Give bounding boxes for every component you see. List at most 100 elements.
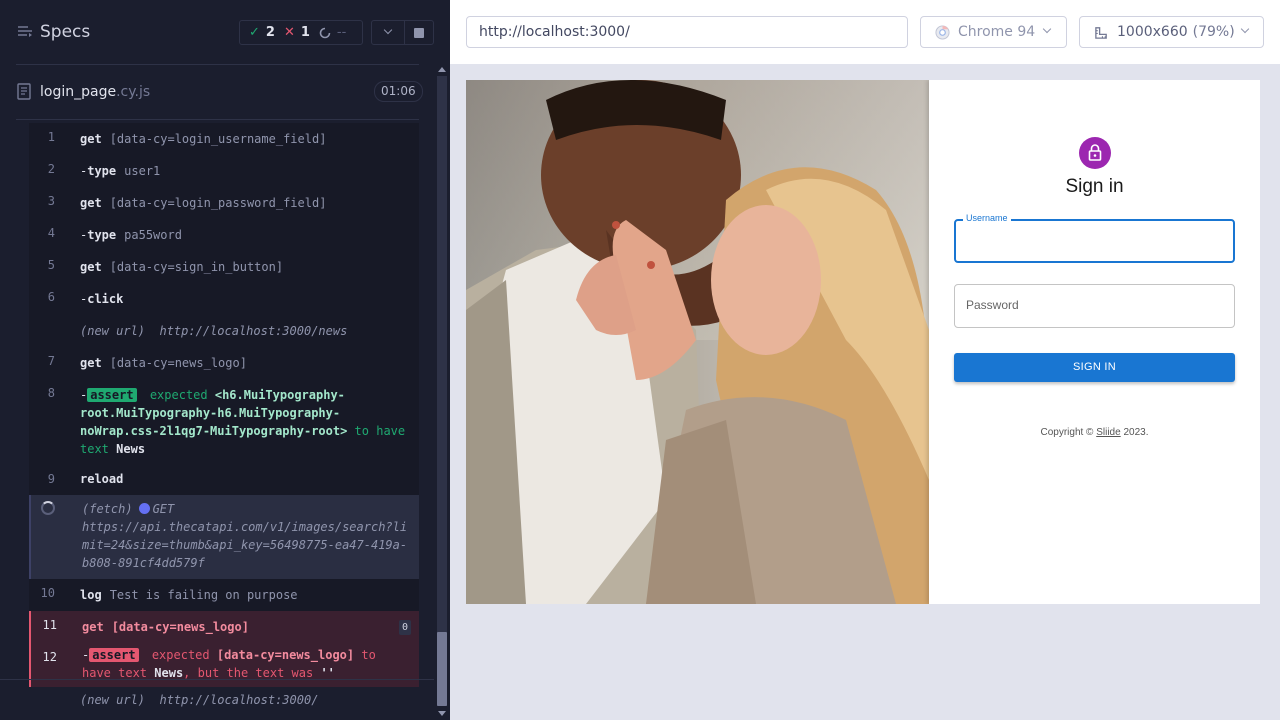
command-number: 6: [47, 290, 55, 304]
command-message: [data-cy=news_logo]: [109, 356, 247, 370]
command-type[interactable]: 2 -type user1: [29, 155, 419, 187]
x-icon: ✕: [283, 25, 295, 40]
chevron-down-icon: [1042, 24, 1052, 34]
username-field[interactable]: Username: [954, 213, 1235, 263]
command-message: [data-cy=sign_in_button]: [109, 260, 284, 274]
copyright-text: Copyright © Sliide 2023.: [929, 427, 1260, 438]
scroll-up-arrow-icon[interactable]: [438, 67, 446, 72]
event-label: (new url): [80, 324, 146, 338]
command-name: type: [87, 164, 117, 178]
fetch-url: https://api.thecatapi.com/v1/images/sear…: [82, 520, 408, 570]
scroll-thumb[interactable]: [437, 632, 447, 706]
collapse-all-button[interactable]: [371, 20, 405, 45]
pending-spinner-icon: [319, 27, 331, 38]
assert-value: News: [154, 666, 184, 680]
command-number: 5: [47, 258, 55, 272]
scroll-down-arrow-icon[interactable]: [438, 711, 446, 716]
command-body: -type user1: [29, 155, 419, 187]
passed-stat: ✓ 2: [249, 25, 275, 40]
copyright-suffix: 2023.: [1123, 427, 1149, 438]
check-icon: ✓: [249, 25, 260, 40]
command-type[interactable]: 4 -type pa55word: [29, 219, 419, 251]
command-name: type: [87, 228, 117, 242]
command-body: -click: [29, 283, 419, 315]
command-get[interactable]: 5 get [data-cy=sign_in_button]: [29, 251, 419, 283]
reporter-scrollbar[interactable]: [434, 64, 450, 720]
viewport-selector[interactable]: 1000x660 (79%): [1079, 16, 1264, 48]
spec-file-name: login_page.cy.js: [40, 84, 150, 100]
chevron-down-icon: [383, 25, 393, 35]
page-title: Sign in: [1065, 176, 1124, 197]
command-assert-pass[interactable]: 8 - assert expected <h6.MuiTypography-roo…: [29, 379, 419, 465]
event-url: http://localhost:3000/news: [159, 324, 348, 338]
specs-header: Specs ✓ 2 ✕ 1 --: [0, 0, 434, 64]
command-name: get: [80, 356, 102, 370]
scroll-track[interactable]: [437, 76, 447, 706]
command-body: log Test is failing on purpose: [29, 579, 419, 611]
viewport-size: 1000x660: [1117, 24, 1188, 40]
simple-commands: 1 get [data-cy=login_username_field] 2 -type…: [29, 123, 419, 379]
spec-duration-badge: 01:06: [374, 81, 423, 102]
stop-icon: [414, 28, 424, 38]
spec-file-basename: login_page: [40, 84, 117, 100]
specs-title[interactable]: Specs: [40, 22, 90, 42]
command-new-url[interactable]: (new url) http://localhost:3000/news: [29, 315, 419, 347]
command-body: (new url) http://localhost:3000/: [29, 687, 419, 716]
command-get[interactable]: 7 get [data-cy=news_logo]: [29, 347, 419, 379]
command-body: get [data-cy=login_password_field]: [29, 187, 419, 219]
copyright-link[interactable]: Sliide: [1096, 427, 1120, 438]
fetch-event: (fetch): [82, 502, 133, 516]
command-new-url[interactable]: (new url) http://localhost:3000/: [29, 687, 419, 716]
file-icon: [17, 83, 31, 100]
command-body: (fetch) GET https://api.thecatapi.com/v1/…: [31, 495, 419, 579]
command-name: get: [80, 260, 102, 274]
command-get[interactable]: 3 get [data-cy=login_password_field]: [29, 187, 419, 219]
password-placeholder: Password: [966, 298, 1019, 312]
command-name: log: [80, 588, 102, 602]
command-fetch[interactable]: (fetch) GET https://api.thecatapi.com/v1/…: [29, 495, 419, 579]
command-log: 1 get [data-cy=login_username_field] 2 -type…: [29, 123, 419, 707]
command-log-entry[interactable]: 10 log Test is failing on purpose: [29, 579, 419, 611]
command-body: get [data-cy=login_username_field]: [29, 123, 419, 155]
command-number: 11: [42, 618, 57, 632]
command-number: 7: [47, 354, 55, 368]
command-number: 9: [47, 472, 55, 486]
command-name: reload: [80, 472, 124, 486]
element-count-badge: 0: [399, 620, 411, 635]
assert-badge: assert: [89, 648, 139, 662]
loading-spinner-icon: [41, 501, 55, 515]
command-message: Test is failing on purpose: [109, 588, 298, 602]
command-message: user1: [124, 164, 161, 178]
spec-file-row[interactable]: login_page.cy.js 01:06: [0, 65, 434, 119]
fetch-method: GET: [152, 502, 175, 516]
command-get[interactable]: 1 get [data-cy=login_username_field]: [29, 123, 419, 155]
aut-header: http://localhost:3000/ Chrome 94 1000x66…: [450, 0, 1280, 64]
command-get-failed[interactable]: 11 get [data-cy=news_logo] 0: [29, 611, 419, 643]
command-number: 3: [47, 194, 55, 208]
command-click[interactable]: 6 -click: [29, 283, 419, 315]
browser-label: Chrome 94: [958, 24, 1036, 40]
specs-list-icon[interactable]: [17, 24, 33, 40]
command-reload[interactable]: 9 reload: [29, 465, 419, 495]
hero-photo: [466, 80, 929, 604]
signin-panel: Sign in Username Password SIGN IN Copyri…: [929, 80, 1260, 604]
stop-button[interactable]: [404, 20, 434, 45]
command-message: pa55word: [124, 228, 182, 242]
command-number: 8: [47, 386, 55, 400]
viewport-zoom: (79%): [1192, 24, 1235, 40]
command-assert-failed[interactable]: 12 - assert expected [data-cy=news_logo] …: [29, 643, 419, 687]
username-label: Username: [963, 213, 1011, 223]
command-number: 10: [40, 586, 55, 600]
url-bar[interactable]: http://localhost:3000/: [466, 16, 908, 48]
pending-stat: --: [319, 25, 346, 40]
command-body: get [data-cy=sign_in_button]: [29, 251, 419, 283]
assert-expected: expected: [151, 648, 210, 662]
command-number: 12: [42, 650, 57, 664]
file-divider: [16, 119, 419, 120]
browser-selector[interactable]: Chrome 94: [920, 16, 1067, 48]
sign-in-button[interactable]: SIGN IN: [954, 353, 1235, 382]
event-url: http://localhost:3000/: [159, 693, 319, 707]
password-field[interactable]: Password: [954, 284, 1235, 328]
assert-value: News: [116, 442, 146, 456]
stats-box: ✓ 2 ✕ 1 --: [239, 20, 363, 45]
